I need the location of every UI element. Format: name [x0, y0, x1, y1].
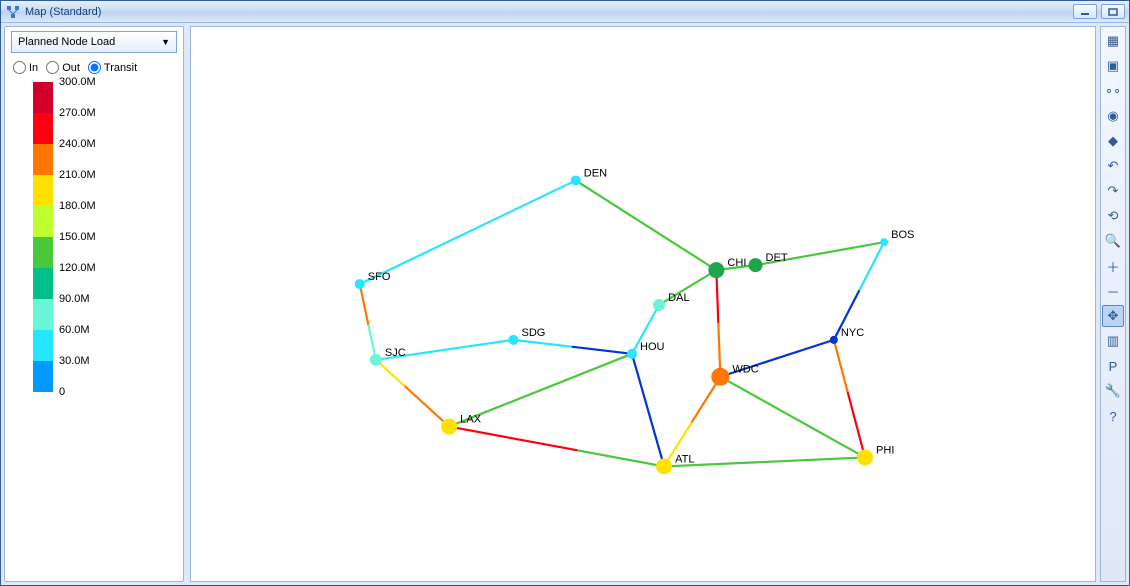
tool-pan[interactable]: ✥ [1102, 305, 1124, 327]
tool-shuffle[interactable]: ◆ [1102, 130, 1124, 152]
node-CHI[interactable] [708, 262, 724, 278]
node-label-DET: DET [766, 252, 788, 264]
node-PHI[interactable] [857, 449, 873, 465]
tool-fit[interactable]: ▣ [1102, 55, 1124, 77]
edge-SDG-HOU[interactable] [573, 347, 632, 354]
tool-settings[interactable]: 🔧 [1102, 380, 1124, 402]
legend-label: 240.0M [59, 138, 96, 150]
legend-segment [33, 144, 53, 175]
edge-DEN-CHI[interactable] [576, 180, 717, 270]
edge-SDG-HOU[interactable] [513, 340, 572, 347]
node-label-SFO: SFO [368, 271, 391, 283]
legend-label: 180.0M [59, 200, 96, 212]
legend-segment [33, 82, 53, 113]
node-DET[interactable] [748, 258, 762, 272]
legend-segment [33, 361, 53, 392]
window-buttons [1073, 4, 1125, 19]
chevron-down-icon: ▼ [161, 37, 170, 47]
legend-sidebar: Planned Node Load ▼ In Out Transit 300.0… [4, 26, 184, 582]
legend-label: 120.0M [59, 262, 96, 274]
node-label-NYC: NYC [841, 327, 864, 339]
tool-reset[interactable]: ⟲ [1102, 205, 1124, 227]
node-HOU[interactable] [627, 349, 637, 359]
legend-segment [33, 268, 53, 299]
legend-label: 60.0M [59, 324, 90, 336]
node-SDG[interactable] [508, 335, 518, 345]
minimize-button[interactable] [1073, 4, 1097, 19]
color-legend: 300.0M270.0M240.0M210.0M180.0M150.0M120.… [11, 82, 177, 392]
node-SFO[interactable] [355, 279, 365, 289]
legend-segment [33, 330, 53, 361]
metric-dropdown-label: Planned Node Load [18, 36, 115, 48]
radio-out[interactable]: Out [46, 61, 80, 74]
radio-transit[interactable]: Transit [88, 61, 137, 74]
legend-label: 0 [59, 386, 65, 398]
edge-SFO-DEN[interactable] [360, 180, 576, 284]
legend-label: 300.0M [59, 76, 96, 88]
node-label-BOS: BOS [891, 229, 914, 241]
map-canvas[interactable]: DEN SFO SJC SDG DAL HOU CHI DET BOS NYC WDC LAX ATL P… [190, 26, 1096, 582]
node-label-CHI: CHI [727, 257, 746, 269]
edge-SJC-LAX[interactable] [405, 387, 449, 427]
legend-label: 270.0M [59, 107, 96, 119]
tool-cluster[interactable]: ◉ [1102, 105, 1124, 127]
metric-dropdown[interactable]: Planned Node Load ▼ [11, 31, 177, 53]
legend-segment [33, 206, 53, 237]
legend-segment [33, 175, 53, 206]
tool-properties[interactable]: P [1102, 355, 1124, 377]
legend-segment [33, 237, 53, 268]
node-label-HOU: HOU [640, 341, 665, 353]
edge-SFO-SJC[interactable] [360, 284, 369, 326]
window-titlebar: Map (Standard) [1, 1, 1129, 23]
node-ATL[interactable] [656, 458, 672, 474]
tool-nodes[interactable]: ∘∘ [1102, 80, 1124, 102]
legend-colorbar [33, 82, 53, 392]
tool-zoom-rect[interactable]: 🔍 [1102, 230, 1124, 252]
node-WDC[interactable] [711, 368, 729, 386]
tool-zoom-out[interactable]: － [1102, 280, 1124, 302]
edge-NYC-PHI[interactable] [834, 340, 848, 393]
node-DEN[interactable] [571, 175, 581, 185]
node-label-WDC: WDC [732, 364, 758, 376]
edge-LAX-ATL[interactable] [578, 450, 664, 466]
edge-LAX-ATL[interactable] [449, 427, 578, 451]
node-SJC[interactable] [370, 354, 382, 366]
edges-layer [360, 180, 884, 466]
legend-label: 210.0M [59, 169, 96, 181]
window-title: Map (Standard) [25, 6, 1073, 18]
map-toolbar: ▦ ▣ ∘∘ ◉ ◆ ↶ ↷ ⟲ 🔍 ＋ － ✥ ▥ P 🔧? [1100, 26, 1126, 582]
tool-help[interactable]: ? [1102, 405, 1124, 427]
legend-label: 90.0M [59, 293, 90, 305]
nodes-layer: DEN SFO SJC SDG DAL HOU CHI DET BOS NYC WDC LAX ATL P… [355, 167, 915, 474]
radio-in[interactable]: In [13, 61, 38, 74]
legend-label: 30.0M [59, 355, 90, 367]
node-DAL[interactable] [653, 299, 665, 311]
edge-WDC-PHI[interactable] [720, 377, 865, 458]
node-label-SJC: SJC [385, 347, 406, 359]
node-label-LAX: LAX [460, 414, 482, 426]
edge-HOU-ATL[interactable] [632, 354, 664, 467]
legend-segment [33, 299, 53, 330]
node-label-DAL: DAL [668, 292, 689, 304]
tool-zoom-in[interactable]: ＋ [1102, 255, 1124, 277]
tool-layers[interactable]: ▥ [1102, 330, 1124, 352]
legend-labels: 300.0M270.0M240.0M210.0M180.0M150.0M120.… [59, 82, 119, 392]
tool-undo[interactable]: ↶ [1102, 155, 1124, 177]
legend-label: 150.0M [59, 231, 96, 243]
app-icon [5, 4, 21, 20]
tool-marquee[interactable]: ▦ [1102, 30, 1124, 52]
node-BOS[interactable] [880, 238, 888, 246]
edge-CHI-WDC[interactable] [716, 270, 718, 323]
node-label-SDG: SDG [521, 327, 545, 339]
node-LAX[interactable] [441, 419, 457, 435]
edge-BOS-NYC[interactable] [859, 242, 884, 291]
node-label-DEN: DEN [584, 167, 607, 179]
node-label-ATL: ATL [675, 453, 694, 465]
tool-redo[interactable]: ↷ [1102, 180, 1124, 202]
edge-NYC-PHI[interactable] [848, 393, 865, 458]
legend-segment [33, 113, 53, 144]
maximize-button[interactable] [1101, 4, 1125, 19]
node-NYC[interactable] [830, 336, 838, 344]
node-label-PHI: PHI [876, 444, 894, 456]
